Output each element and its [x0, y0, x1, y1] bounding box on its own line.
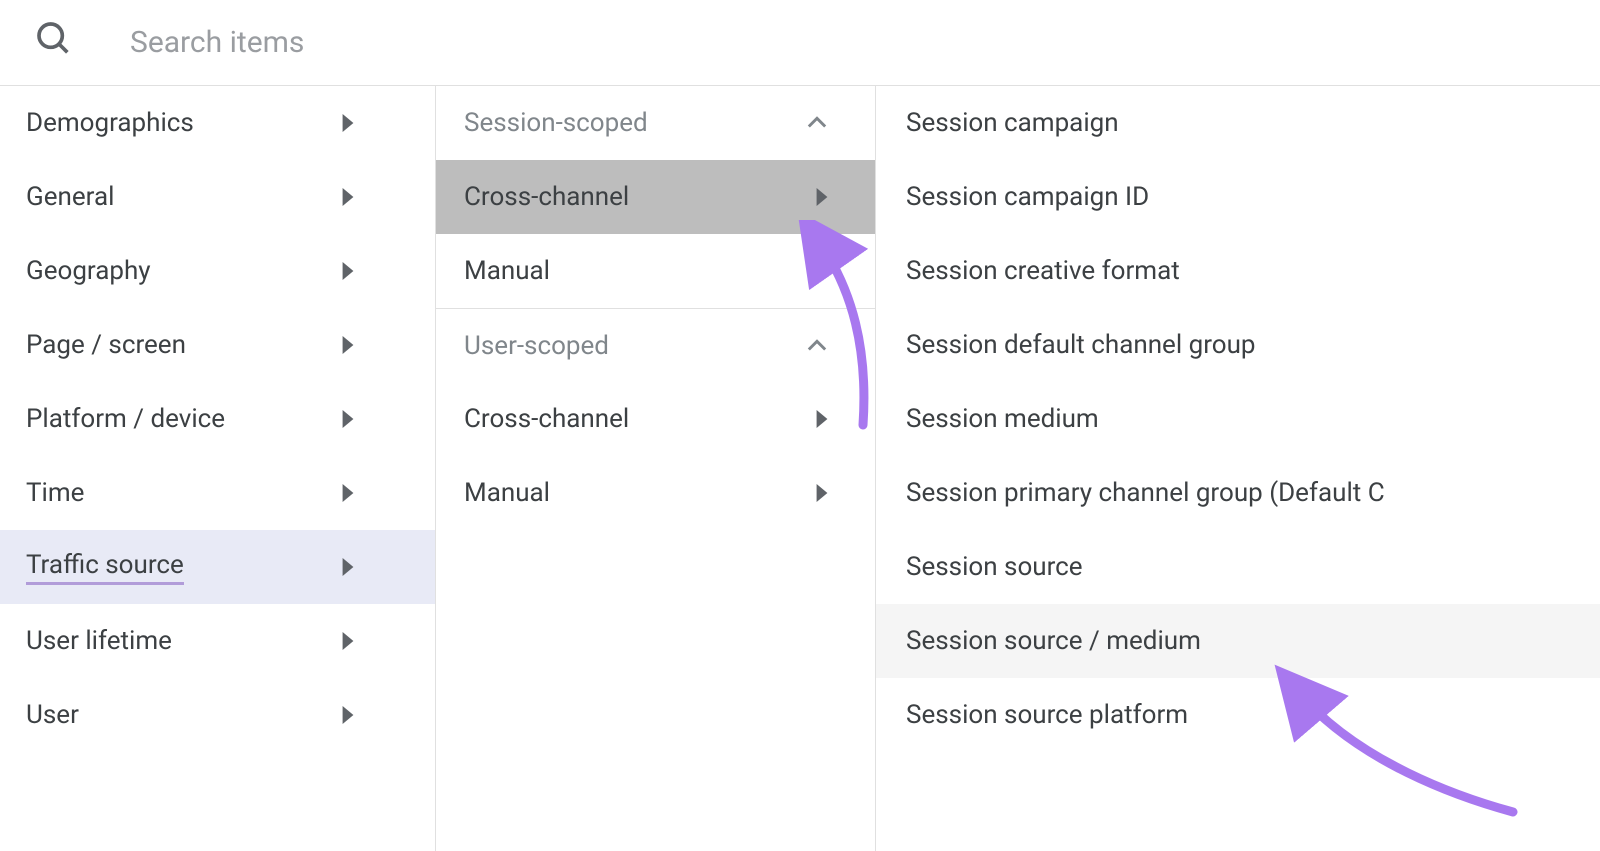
- chevron-right-icon: [339, 188, 357, 206]
- menu-label: Time: [26, 478, 84, 508]
- chevron-right-icon: [339, 262, 357, 280]
- dimension-label: Session primary channel group (Default C: [906, 478, 1385, 508]
- group-header-label: Session-scoped: [464, 108, 648, 138]
- menu-user[interactable]: User: [0, 678, 435, 752]
- submenu-user-manual[interactable]: Manual: [436, 456, 875, 530]
- submenu-session-cross-channel[interactable]: Cross-channel: [436, 160, 875, 234]
- chevron-right-icon: [339, 632, 357, 650]
- submenu-label: Cross-channel: [464, 182, 629, 212]
- menu-traffic-source[interactable]: Traffic source: [0, 530, 435, 604]
- chevron-right-icon: [339, 706, 357, 724]
- dimension-label: Session source / medium: [906, 626, 1201, 656]
- dim-session-campaign[interactable]: Session campaign: [876, 86, 1600, 160]
- dim-session-creative-format[interactable]: Session creative format: [876, 234, 1600, 308]
- dim-session-primary-channel-group[interactable]: Session primary channel group (Default C: [876, 456, 1600, 530]
- menu-label: General: [26, 182, 114, 212]
- chevron-right-icon: [813, 262, 831, 280]
- menu-user-lifetime[interactable]: User lifetime: [0, 604, 435, 678]
- chevron-up-icon: [803, 109, 831, 137]
- submenu-user-cross-channel[interactable]: Cross-channel: [436, 382, 875, 456]
- search-icon: [34, 19, 74, 66]
- group-header-label: User-scoped: [464, 331, 609, 361]
- dimension-label: Session source platform: [906, 700, 1188, 730]
- search-bar: [0, 0, 1600, 86]
- menu-label: Page / screen: [26, 330, 186, 360]
- dimension-browser: Demographics General Geography Page / scree…: [0, 86, 1600, 851]
- dimension-label: Session medium: [906, 404, 1099, 434]
- menu-label: Traffic source: [26, 550, 184, 585]
- dim-session-default-channel-group[interactable]: Session default channel group: [876, 308, 1600, 382]
- menu-page-screen[interactable]: Page / screen: [0, 308, 435, 382]
- dimension-label: Session default channel group: [906, 330, 1256, 360]
- menu-demographics[interactable]: Demographics: [0, 86, 435, 160]
- category-column: Demographics General Geography Page / scree…: [0, 86, 436, 851]
- dimension-label: Session campaign ID: [906, 182, 1149, 212]
- chevron-right-icon: [339, 114, 357, 132]
- chevron-right-icon: [339, 484, 357, 502]
- submenu-label: Cross-channel: [464, 404, 629, 434]
- menu-label: User: [26, 700, 79, 730]
- chevron-right-icon: [339, 410, 357, 428]
- group-header[interactable]: Session-scoped: [436, 86, 875, 160]
- menu-label: Geography: [26, 256, 151, 286]
- submenu-session-manual[interactable]: Manual: [436, 234, 875, 308]
- chevron-right-icon: [813, 484, 831, 502]
- menu-general[interactable]: General: [0, 160, 435, 234]
- dim-session-medium[interactable]: Session medium: [876, 382, 1600, 456]
- chevron-right-icon: [339, 336, 357, 354]
- dimension-label: Session creative format: [906, 256, 1180, 286]
- chevron-right-icon: [813, 410, 831, 428]
- menu-time[interactable]: Time: [0, 456, 435, 530]
- menu-label: Platform / device: [26, 404, 225, 434]
- dim-session-campaign-id[interactable]: Session campaign ID: [876, 160, 1600, 234]
- menu-label: User lifetime: [26, 626, 172, 656]
- dimension-column: Session campaign Session campaign ID Sessi…: [876, 86, 1600, 851]
- menu-platform-device[interactable]: Platform / device: [0, 382, 435, 456]
- chevron-right-icon: [339, 558, 357, 576]
- submenu-label: Manual: [464, 478, 550, 508]
- dimension-label: Session source: [906, 552, 1083, 582]
- menu-label: Demographics: [26, 108, 194, 138]
- group-header[interactable]: User-scoped: [436, 308, 875, 382]
- chevron-right-icon: [813, 188, 831, 206]
- dim-session-source-medium[interactable]: Session source / medium: [876, 604, 1600, 678]
- submenu-label: Manual: [464, 256, 550, 286]
- subcategory-column: Session-scoped Cross-channel Manual User-sc…: [436, 86, 876, 851]
- dim-session-source[interactable]: Session source: [876, 530, 1600, 604]
- dim-session-source-platform[interactable]: Session source platform: [876, 678, 1600, 752]
- dimension-label: Session campaign: [906, 108, 1119, 138]
- menu-geography[interactable]: Geography: [0, 234, 435, 308]
- search-input[interactable]: [130, 25, 530, 60]
- chevron-up-icon: [803, 332, 831, 360]
